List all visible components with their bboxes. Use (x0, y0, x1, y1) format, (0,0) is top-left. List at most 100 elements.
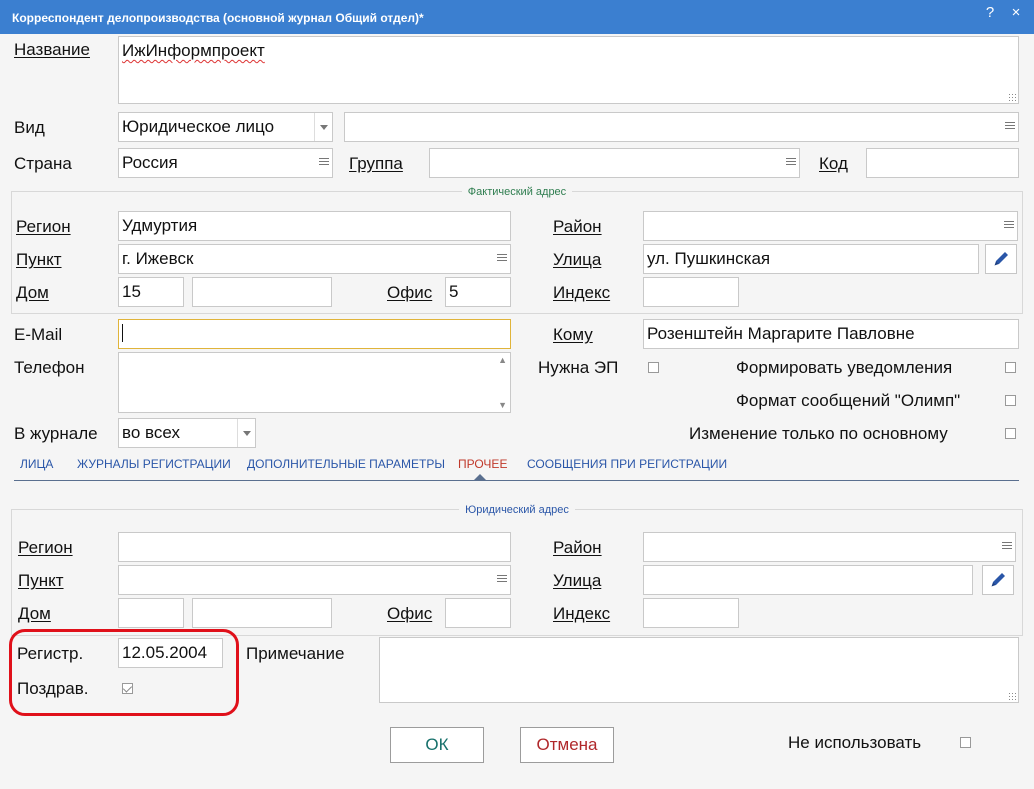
journal-select[interactable]: во всех (118, 418, 256, 448)
olymp-format-checkbox[interactable] (1005, 395, 1016, 406)
actual-street-value: ул. Пушкинская (647, 249, 771, 268)
need-ep-label: Нужна ЭП (538, 358, 619, 377)
actual-index-label: Индекс (553, 283, 611, 302)
active-tab-indicator (474, 474, 486, 480)
actual-street-label: Улица (553, 250, 602, 269)
to-whom-label: Кому (553, 325, 593, 344)
close-button[interactable]: × (1004, 4, 1028, 22)
email-field[interactable] (118, 319, 511, 349)
code-label: Код (819, 154, 848, 173)
actual-office-label: Офис (387, 283, 433, 302)
cancel-button[interactable]: Отмена (520, 727, 614, 763)
actual-street-edit-button[interactable] (985, 244, 1017, 274)
legal-house-label: Дом (18, 604, 51, 623)
window-title: Корреспондент делопроизводства (основной… (12, 11, 424, 25)
actual-house-extra-field[interactable] (192, 277, 332, 307)
journal-label: В журнале (14, 424, 98, 443)
actual-office-value: 5 (449, 282, 459, 301)
need-ep-checkbox[interactable] (648, 362, 659, 373)
highlight-annotation (9, 629, 239, 716)
list-menu-icon[interactable] (786, 157, 796, 167)
actual-house-label: Дом (16, 283, 49, 302)
actual-office-field[interactable]: 5 (445, 277, 511, 307)
olymp-format-label: Формат сообщений "Олимп" (736, 391, 961, 410)
resize-grip-icon[interactable] (1008, 692, 1016, 700)
legal-office-field[interactable] (445, 598, 511, 628)
group-label: Группа (349, 154, 403, 173)
legal-index-label: Индекс (553, 604, 611, 623)
legal-district-field[interactable] (643, 532, 1016, 562)
window-titlebar: Корреспондент делопроизводства (основной… (0, 0, 1034, 34)
to-whom-field[interactable]: Розенштейн Маргарите Павловне (643, 319, 1019, 349)
legal-region-label: Регион (18, 538, 73, 557)
country-field[interactable]: Россия (118, 148, 333, 178)
chevron-down-icon[interactable] (237, 419, 255, 447)
kind-select[interactable]: Юридическое лицо (118, 112, 333, 142)
actual-region-label: Регион (16, 217, 71, 236)
list-menu-icon[interactable] (497, 574, 507, 584)
kind-extra-field[interactable] (344, 112, 1019, 142)
name-textarea[interactable]: ИжИнформпроект (118, 36, 1019, 104)
actual-locality-label: Пункт (16, 250, 62, 269)
tab-journals[interactable]: ЖУРНАЛЫ РЕГИСТРАЦИИ (77, 457, 231, 471)
actual-index-field[interactable] (643, 277, 739, 307)
not-use-label: Не использовать (788, 733, 922, 752)
country-value: Россия (122, 153, 178, 172)
to-whom-value: Розенштейн Маргарите Павловне (647, 324, 915, 343)
legal-house-extra-field[interactable] (192, 598, 332, 628)
chevron-down-icon[interactable] (314, 113, 332, 141)
legal-street-field[interactable] (643, 565, 973, 595)
legal-office-label: Офис (387, 604, 433, 623)
tab-registration-messages[interactable]: СООБЩЕНИЯ ПРИ РЕГИСТРАЦИИ (527, 457, 727, 471)
help-button[interactable]: ? (978, 4, 1002, 22)
legal-district-label: Район (553, 538, 602, 557)
scroll-down-icon[interactable]: ▼ (498, 400, 507, 410)
legal-locality-label: Пункт (18, 571, 64, 590)
scroll-up-icon[interactable]: ▲ (498, 355, 507, 365)
form-notifications-label: Формировать уведомления (736, 358, 953, 377)
name-value: ИжИнформпроект (122, 41, 265, 60)
phone-label: Телефон (14, 358, 85, 377)
not-use-checkbox[interactable] (960, 737, 971, 748)
list-menu-icon[interactable] (1002, 541, 1012, 551)
kind-label: Вид (14, 118, 45, 137)
actual-house-field[interactable]: 15 (118, 277, 184, 307)
group-field[interactable] (429, 148, 800, 178)
legal-region-field[interactable] (118, 532, 511, 562)
actual-house-value: 15 (122, 282, 141, 301)
journal-value: во всех (122, 423, 180, 442)
kind-value: Юридическое лицо (122, 117, 275, 136)
code-field[interactable] (866, 148, 1019, 178)
ok-button[interactable]: ОК (390, 727, 484, 763)
actual-region-value: Удмуртия (122, 216, 198, 235)
tab-additional-params[interactable]: ДОПОЛНИТЕЛЬНЫЕ ПАРАМЕТРЫ (247, 457, 445, 471)
note-label: Примечание (246, 644, 345, 663)
legal-address-legend: Юридический адрес (459, 504, 575, 516)
list-menu-icon[interactable] (1004, 220, 1014, 230)
main-only-label: Изменение только по основному (689, 424, 948, 443)
legal-locality-field[interactable] (118, 565, 511, 595)
tab-persons[interactable]: ЛИЦА (20, 457, 53, 471)
phone-textarea[interactable]: ▲ ▼ (118, 352, 511, 413)
list-menu-icon[interactable] (1005, 121, 1015, 131)
note-textarea[interactable] (379, 637, 1019, 703)
pencil-icon (991, 573, 1005, 587)
actual-region-field[interactable]: Удмуртия (118, 211, 511, 241)
resize-grip-icon[interactable] (1008, 93, 1016, 101)
list-menu-icon[interactable] (319, 157, 329, 167)
legal-house-field[interactable] (118, 598, 184, 628)
actual-district-field[interactable] (643, 211, 1018, 241)
actual-street-field[interactable]: ул. Пушкинская (643, 244, 979, 274)
text-cursor (122, 324, 123, 342)
actual-locality-field[interactable]: г. Ижевск (118, 244, 511, 274)
main-only-checkbox[interactable] (1005, 428, 1016, 439)
list-menu-icon[interactable] (497, 253, 507, 263)
legal-index-field[interactable] (643, 598, 739, 628)
pencil-icon (994, 252, 1008, 266)
tab-other[interactable]: ПРОЧЕЕ (458, 457, 507, 471)
country-label: Страна (14, 154, 72, 173)
legal-street-edit-button[interactable] (982, 565, 1014, 595)
actual-district-label: Район (553, 217, 602, 236)
form-notifications-checkbox[interactable] (1005, 362, 1016, 373)
actual-locality-value: г. Ижевск (122, 249, 194, 268)
